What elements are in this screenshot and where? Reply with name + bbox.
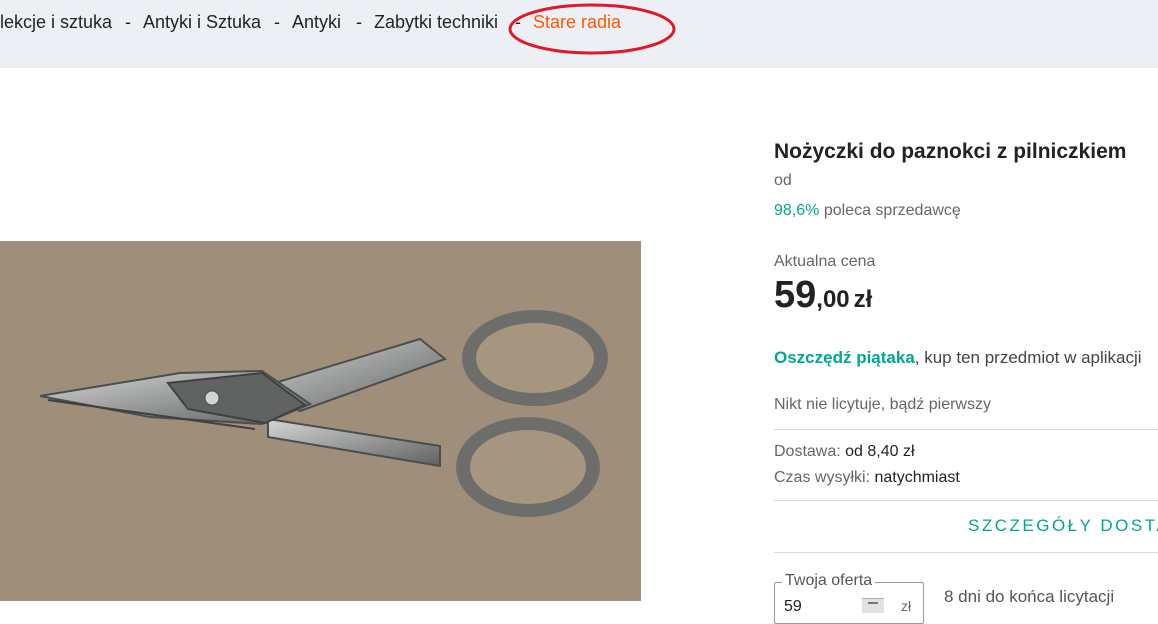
breadcrumb-item-collections[interactable]: lekcje i sztuka <box>0 12 112 33</box>
rating-percent: 98,6% <box>774 202 820 219</box>
promo-text: , kup ten przedmiot w aplikacji <box>914 348 1142 367</box>
divider <box>774 552 1158 553</box>
breadcrumb-item-technical-antiques[interactable]: Zabytki techniki <box>374 12 498 33</box>
bid-status: Nikt nie licytuje, bądź pierwszy <box>774 396 991 413</box>
shipping-time-label: Czas wysyłki: <box>774 469 875 486</box>
price-decimal: ,00 <box>816 286 850 313</box>
promo-strong: Oszczędź piątaka <box>774 348 915 367</box>
offer-currency: zł <box>901 598 912 614</box>
app-promo[interactable]: Oszczędź piątaka, kup ten przedmiot w ap… <box>774 348 1142 368</box>
stepper-icon <box>868 602 878 604</box>
product-photo[interactable] <box>0 241 641 601</box>
product-title: Nożyczki do paznokci z pilniczkiem <box>774 140 1127 163</box>
divider <box>774 429 1158 430</box>
breadcrumb-separator: - <box>125 12 131 32</box>
divider <box>774 500 1158 501</box>
delivery-info: Dostawa: od 8,40 zł <box>774 443 915 461</box>
price-label: Aktualna cena <box>774 253 876 270</box>
offer-label: Twoja oferta <box>782 572 876 590</box>
breadcrumb-separator: - <box>356 12 362 32</box>
delivery-details-link[interactable]: SZCZEGÓŁY DOSTA <box>968 516 1158 536</box>
offer-stepper[interactable] <box>862 598 884 613</box>
seller-prefix: od <box>774 172 792 189</box>
seller-rating: 98,6% poleca sprzedawcę <box>774 202 961 220</box>
price-main: 59 <box>774 274 817 316</box>
shipping-time-value: natychmiast <box>874 469 960 486</box>
annotation-ellipse <box>508 3 676 55</box>
current-price: 59,00 zł <box>774 274 872 317</box>
breadcrumb-separator: - <box>274 12 280 32</box>
price-currency: zł <box>853 286 873 313</box>
rating-text: poleca sprzedawcę <box>819 202 961 219</box>
offer-field[interactable]: 59 <box>784 598 802 616</box>
breadcrumb: lekcje i sztuka - Antyki i Sztuka - Anty… <box>0 0 1158 68</box>
breadcrumb-item-antiques-art[interactable]: Antyki i Sztuka <box>143 12 261 33</box>
auction-countdown: 8 dni do końca licytacji <box>944 587 1115 606</box>
delivery-label: Dostawa: <box>774 443 846 460</box>
delivery-value: od 8,40 zł <box>845 443 915 460</box>
breadcrumb-item-antiques[interactable]: Antyki <box>292 12 341 33</box>
shipping-time: Czas wysyłki: natychmiast <box>774 469 960 487</box>
